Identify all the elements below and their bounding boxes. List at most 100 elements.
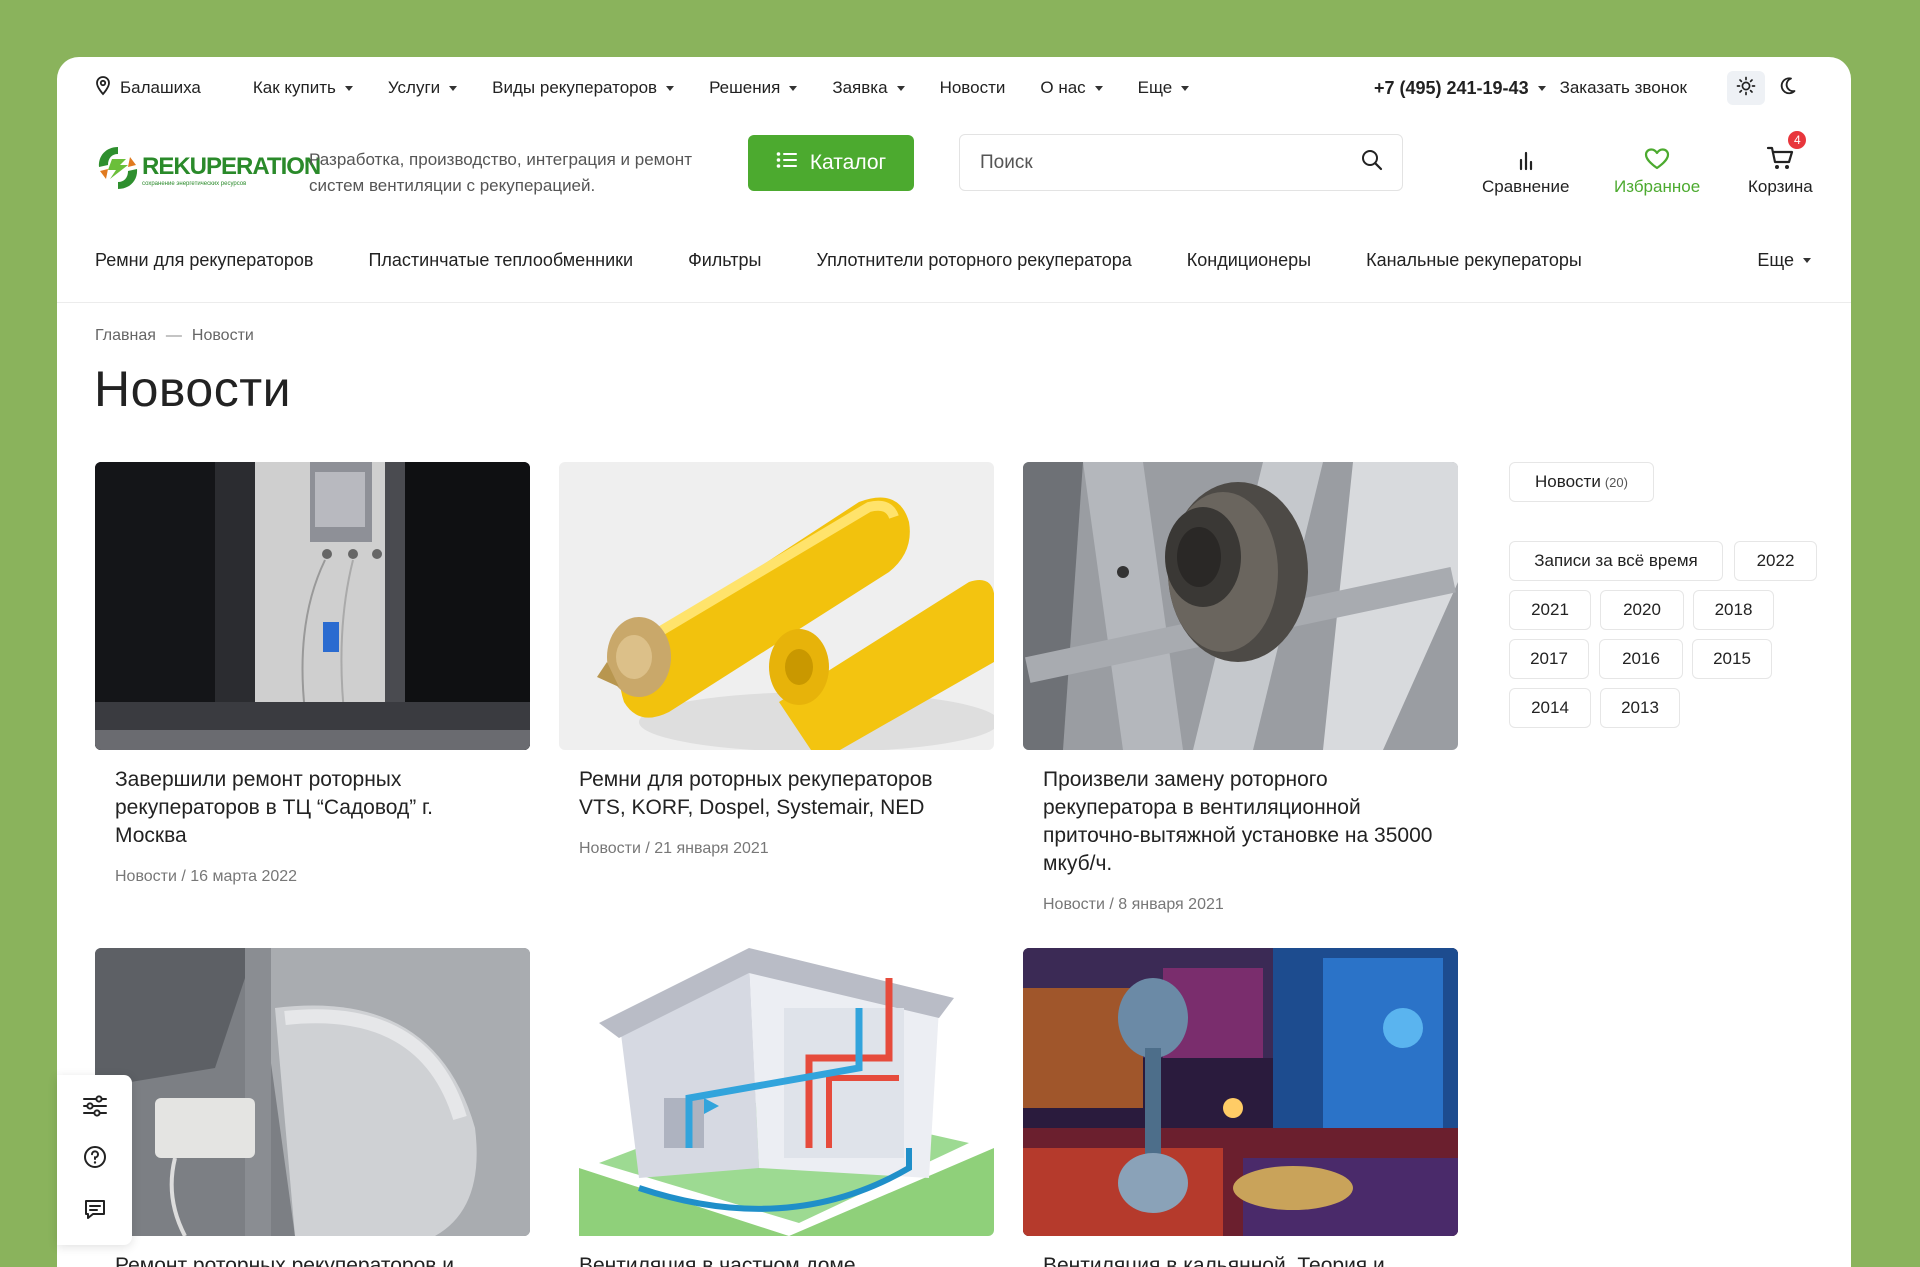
site-logo[interactable]: REKUPERATION сохранение энергетических р… <box>94 143 321 198</box>
news-card[interactable]: Вентиляция в кальянной. Теория и <box>1023 948 1458 1267</box>
menu-label: Виды рекуператоров <box>492 78 658 97</box>
top-menu-item-recuperator-types[interactable]: Виды рекуператоров <box>492 78 675 98</box>
top-menu-item-request[interactable]: Заявка <box>832 78 905 98</box>
menu-label: Новости <box>939 78 1006 97</box>
news-card[interactable]: Произвели замену роторного рекуператора … <box>1023 462 1458 914</box>
site-tagline: Разработка, производство, интеграция и р… <box>309 150 692 195</box>
filter-tag-news[interactable]: Новости (20) <box>1509 462 1654 502</box>
category-item-belts[interactable]: Ремни для рекуператоров <box>95 250 313 271</box>
news-card[interactable]: Ремонт роторных рекуператоров и <box>95 948 530 1267</box>
category-item-duct-recuperators[interactable]: Канальные рекуператоры <box>1366 250 1582 271</box>
news-image-electrical-cabinet[interactable] <box>95 462 530 750</box>
news-card[interactable]: Завершили ремонт роторных рекуператоров … <box>95 462 530 886</box>
category-item-rotor-seals[interactable]: Уплотнители роторного рекуператора <box>816 250 1131 271</box>
year-tag-2014[interactable]: 2014 <box>1509 688 1591 728</box>
top-menu-item-news[interactable]: Новости <box>940 78 1006 98</box>
year-tag-2020[interactable]: 2020 <box>1600 590 1684 630</box>
location-pin-icon <box>95 75 111 101</box>
logo-arrows-icon <box>94 143 142 198</box>
top-bar-right: +7 (495) 241-19-43 Заказать звонок <box>1374 57 1805 119</box>
news-image-house-ventilation[interactable] <box>559 948 994 1236</box>
compare-button[interactable]: Сравнение <box>1482 141 1569 197</box>
favorites-button[interactable]: Избранное <box>1614 141 1700 197</box>
settings-sliders-icon[interactable] <box>82 1094 108 1123</box>
category-item-plate-exchangers[interactable]: Пластинчатые теплообменники <box>368 250 633 271</box>
top-menu-item-how-to-buy[interactable]: Как купить <box>253 78 353 98</box>
cart-label: Корзина <box>1748 177 1813 196</box>
year-tag-2013[interactable]: 2013 <box>1600 688 1680 728</box>
help-question-icon[interactable] <box>83 1145 107 1174</box>
phone-number[interactable]: +7 (495) 241-19-43 <box>1374 78 1546 99</box>
floating-tools-panel <box>57 1075 132 1245</box>
news-title[interactable]: Ремонт роторных рекуператоров и <box>115 1252 510 1267</box>
menu-label: Как купить <box>252 78 336 97</box>
news-card[interactable]: Вентиляция в частном доме <box>559 948 994 1267</box>
caret-down-icon <box>1537 85 1546 91</box>
news-image-rotor-motor[interactable] <box>1023 462 1458 750</box>
city-selector[interactable]: Балашиха <box>95 75 201 101</box>
caret-down-icon <box>1181 85 1190 91</box>
news-title[interactable]: Ремни для роторных рекуператоров VTS, KO… <box>579 766 974 822</box>
year-tag-2022[interactable]: 2022 <box>1734 541 1817 581</box>
caret-down-icon <box>1094 85 1103 91</box>
year-tag-2015[interactable]: 2015 <box>1692 639 1772 679</box>
caret-down-icon <box>344 85 353 91</box>
filter-tag-all-time[interactable]: Записи за всё время <box>1509 541 1723 581</box>
top-menu-item-services[interactable]: Услуги <box>388 78 458 98</box>
top-menu-item-more[interactable]: Еще <box>1138 78 1190 98</box>
sun-icon <box>1736 76 1756 101</box>
category-item-conditioners[interactable]: Кондиционеры <box>1187 250 1311 271</box>
list-icon <box>776 151 798 175</box>
compare-icon <box>1516 141 1536 171</box>
caret-down-icon <box>449 85 458 91</box>
top-menu-item-about[interactable]: О нас <box>1040 78 1103 98</box>
callback-link[interactable]: Заказать звонок <box>1560 78 1687 98</box>
caret-down-icon <box>666 85 675 91</box>
news-card[interactable]: Ремни для роторных рекуператоров VTS, KO… <box>559 462 994 858</box>
news-title[interactable]: Вентиляция в частном доме <box>579 1252 974 1267</box>
news-image-yellow-belts[interactable] <box>559 462 994 750</box>
page-title: Новости <box>94 361 292 417</box>
search-input[interactable] <box>980 151 1360 174</box>
category-more-label: Еще <box>1757 250 1794 270</box>
caret-down-icon <box>789 85 798 91</box>
catalog-label: Каталог <box>809 151 887 174</box>
breadcrumb-home[interactable]: Главная <box>95 327 156 345</box>
catalog-button[interactable]: Каталог <box>748 135 914 191</box>
light-theme-button[interactable] <box>1727 71 1765 105</box>
dark-theme-button[interactable] <box>1771 71 1805 105</box>
favorites-label: Избранное <box>1614 177 1701 196</box>
top-menu-item-solutions[interactable]: Решения <box>709 78 798 98</box>
category-item-filters[interactable]: Фильтры <box>688 250 761 271</box>
year-tag-2018[interactable]: 2018 <box>1693 590 1774 630</box>
news-image-hookah-lounge[interactable] <box>1023 948 1458 1236</box>
year-tag-2021[interactable]: 2021 <box>1509 590 1591 630</box>
filter-tag-label: Новости <box>1535 472 1601 491</box>
category-more[interactable]: Еще <box>1757 250 1811 271</box>
caret-down-icon <box>1803 258 1811 263</box>
main-header: REKUPERATION сохранение энергетических р… <box>57 119 1851 219</box>
logo-wordmark: REKUPERATION <box>142 152 321 180</box>
year-tag-2017[interactable]: 2017 <box>1509 639 1589 679</box>
top-bar: Балашиха Как купить Услуги Виды рекупера… <box>57 57 1851 119</box>
browser-page: Балашиха Как купить Услуги Виды рекупера… <box>57 57 1851 1267</box>
cart-count-badge: 4 <box>1786 129 1809 151</box>
city-label: Балашиха <box>120 78 201 97</box>
top-menu: Как купить Услуги Виды рекуператоров Реш… <box>253 78 1224 98</box>
menu-label: Заявка <box>832 78 888 97</box>
news-title[interactable]: Вентиляция в кальянной. Теория и <box>1043 1252 1438 1267</box>
cart-button[interactable]: 4 Корзина <box>1748 129 1813 197</box>
year-tag-2016[interactable]: 2016 <box>1599 639 1683 679</box>
logo-text-group: REKUPERATION сохранение энергетических р… <box>142 152 321 187</box>
chat-message-icon[interactable] <box>83 1197 107 1226</box>
news-title[interactable]: Произвели замену роторного рекуператора … <box>1043 766 1438 878</box>
news-meta: Новости / 21 января 2021 <box>579 840 769 857</box>
category-nav: Ремни для рекуператоров Пластинчатые теп… <box>57 219 1851 303</box>
search-icon[interactable] <box>1360 148 1384 177</box>
breadcrumb-current: Новости <box>191 327 254 344</box>
news-image-duct-interior[interactable] <box>95 948 530 1236</box>
menu-label: О нас <box>1040 78 1086 97</box>
breadcrumb: Главная — Новости <box>95 327 254 345</box>
news-title[interactable]: Завершили ремонт роторных рекуператоров … <box>115 766 510 850</box>
news-meta: Новости / 16 марта 2022 <box>115 868 298 885</box>
